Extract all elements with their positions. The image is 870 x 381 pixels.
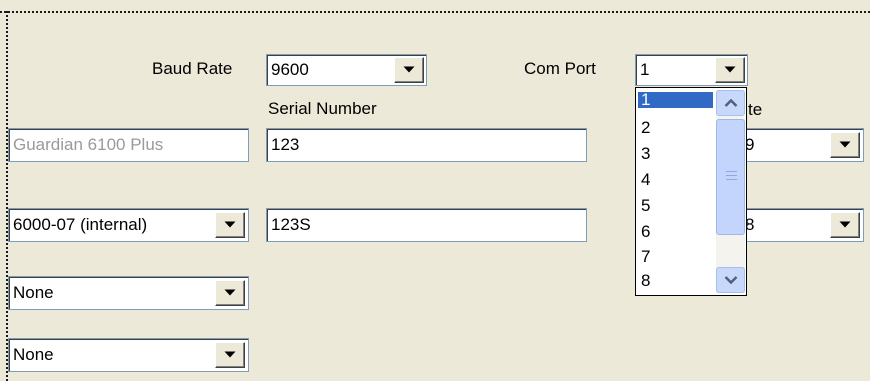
com-port-dropdown-button[interactable] bbox=[715, 57, 745, 83]
serial-number-field-1[interactable]: 123 bbox=[266, 128, 587, 162]
device-select-4[interactable]: None bbox=[8, 338, 249, 372]
baud-rate-label: Baud Rate bbox=[152, 59, 233, 78]
panel-dotted-border-top bbox=[0, 11, 870, 13]
device-dropdown-button-3[interactable] bbox=[215, 280, 245, 306]
com-port-option[interactable]: 5 bbox=[641, 197, 713, 214]
device-select-2[interactable]: 6000-07 (internal) bbox=[8, 208, 249, 242]
baud-rate-dropdown-button[interactable] bbox=[394, 57, 424, 83]
device-field-1: Guardian 6100 Plus bbox=[8, 128, 249, 162]
panel-dotted-border-left bbox=[6, 11, 8, 381]
scroll-grip-line bbox=[726, 171, 737, 172]
device-value-1: Guardian 6100 Plus bbox=[13, 135, 164, 154]
device-select-3[interactable]: None bbox=[8, 276, 249, 310]
chevron-down-icon bbox=[224, 289, 236, 296]
serial-number-field-2[interactable]: 123S bbox=[266, 208, 587, 242]
chevron-down-icon bbox=[839, 141, 851, 148]
chevron-down-icon bbox=[839, 221, 851, 228]
device-value-3: None bbox=[13, 283, 54, 302]
right-dropdown-button-2[interactable] bbox=[830, 212, 860, 238]
chevron-up-icon bbox=[724, 99, 737, 107]
com-port-value: 1 bbox=[640, 60, 650, 79]
scroll-thumb[interactable] bbox=[716, 119, 745, 235]
chevron-down-icon bbox=[403, 66, 415, 73]
com-port-dropdown-list[interactable]: 1 2 3 4 5 6 7 8 bbox=[635, 87, 747, 296]
dropdown-scrollbar[interactable] bbox=[716, 90, 745, 293]
com-port-option[interactable]: 1 bbox=[638, 91, 713, 108]
device-value-2: 6000-07 (internal) bbox=[13, 215, 148, 234]
baud-rate-value: 9600 bbox=[271, 60, 309, 79]
serial-value-2: 123S bbox=[271, 215, 311, 234]
device-dropdown-button-4[interactable] bbox=[215, 342, 245, 368]
chevron-down-icon bbox=[224, 351, 236, 358]
com-port-option[interactable]: 6 bbox=[641, 223, 713, 240]
scroll-grip-line bbox=[726, 175, 737, 176]
right-dropdown-button-1[interactable] bbox=[830, 132, 860, 158]
serial-value-1: 123 bbox=[271, 135, 300, 154]
com-port-option[interactable]: 7 bbox=[641, 248, 713, 265]
scroll-up-button[interactable] bbox=[716, 90, 745, 116]
scroll-down-button[interactable] bbox=[716, 267, 745, 293]
chevron-down-icon bbox=[224, 221, 236, 228]
com-port-option[interactable]: 8 bbox=[641, 272, 713, 289]
partial-column-label: te bbox=[748, 100, 763, 119]
serial-number-label: Serial Number bbox=[268, 99, 377, 118]
device-dropdown-button-2[interactable] bbox=[215, 212, 245, 238]
chevron-down-icon bbox=[724, 276, 737, 284]
com-port-option[interactable]: 4 bbox=[641, 171, 713, 188]
chevron-down-icon bbox=[724, 66, 736, 73]
com-port-label: Com Port bbox=[524, 59, 596, 78]
com-port-option[interactable]: 3 bbox=[641, 145, 713, 162]
device-value-4: None bbox=[13, 345, 54, 364]
com-port-option[interactable]: 2 bbox=[641, 119, 713, 136]
scroll-grip-line bbox=[726, 179, 737, 180]
